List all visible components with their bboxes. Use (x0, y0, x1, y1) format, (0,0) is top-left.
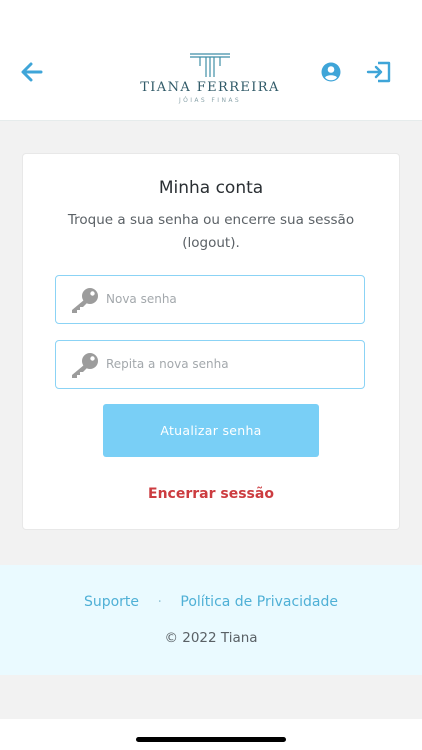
update-password-button[interactable]: Atualizar senha (103, 404, 319, 457)
logo-subtitle: JÓIAS FINAS (178, 97, 242, 104)
repeat-password-input[interactable] (106, 341, 356, 387)
brand-logo[interactable]: TIANA FERREIRA JÓIAS FINAS (120, 52, 300, 116)
support-link[interactable]: Suporte (84, 594, 139, 610)
page-description: Troque a sua senha ou encerre sua sessão… (67, 212, 355, 251)
arrow-left-icon[interactable] (20, 61, 44, 83)
footer: Suporte · Política de Privacidade © 2022… (0, 565, 422, 675)
user-circle-icon[interactable] (321, 62, 341, 82)
app-header: TIANA FERREIRA JÓIAS FINAS (0, 0, 422, 121)
logo-name: TIANA FERREIRA (140, 80, 280, 95)
logout-link[interactable]: Encerrar sessão (23, 484, 399, 504)
key-icon (72, 288, 98, 313)
new-password-field[interactable] (55, 275, 365, 324)
repeat-password-field[interactable] (55, 340, 365, 389)
home-indicator[interactable] (136, 737, 286, 742)
main-content: Minha conta Troque a sua senha ou encerr… (0, 121, 422, 565)
key-icon (72, 353, 98, 378)
page-title: Minha conta (158, 178, 264, 198)
copyright: © 2022 Tiana (164, 630, 258, 646)
new-password-input[interactable] (106, 276, 356, 322)
logo-mark-icon (190, 53, 230, 77)
bottom-spacer (0, 675, 422, 719)
footer-links: Suporte · Política de Privacidade (0, 592, 422, 612)
logout-icon[interactable] (366, 61, 392, 83)
footer-separator: · (157, 594, 162, 610)
privacy-policy-link[interactable]: Política de Privacidade (180, 594, 338, 610)
account-card: Minha conta Troque a sua senha ou encerr… (22, 153, 400, 530)
